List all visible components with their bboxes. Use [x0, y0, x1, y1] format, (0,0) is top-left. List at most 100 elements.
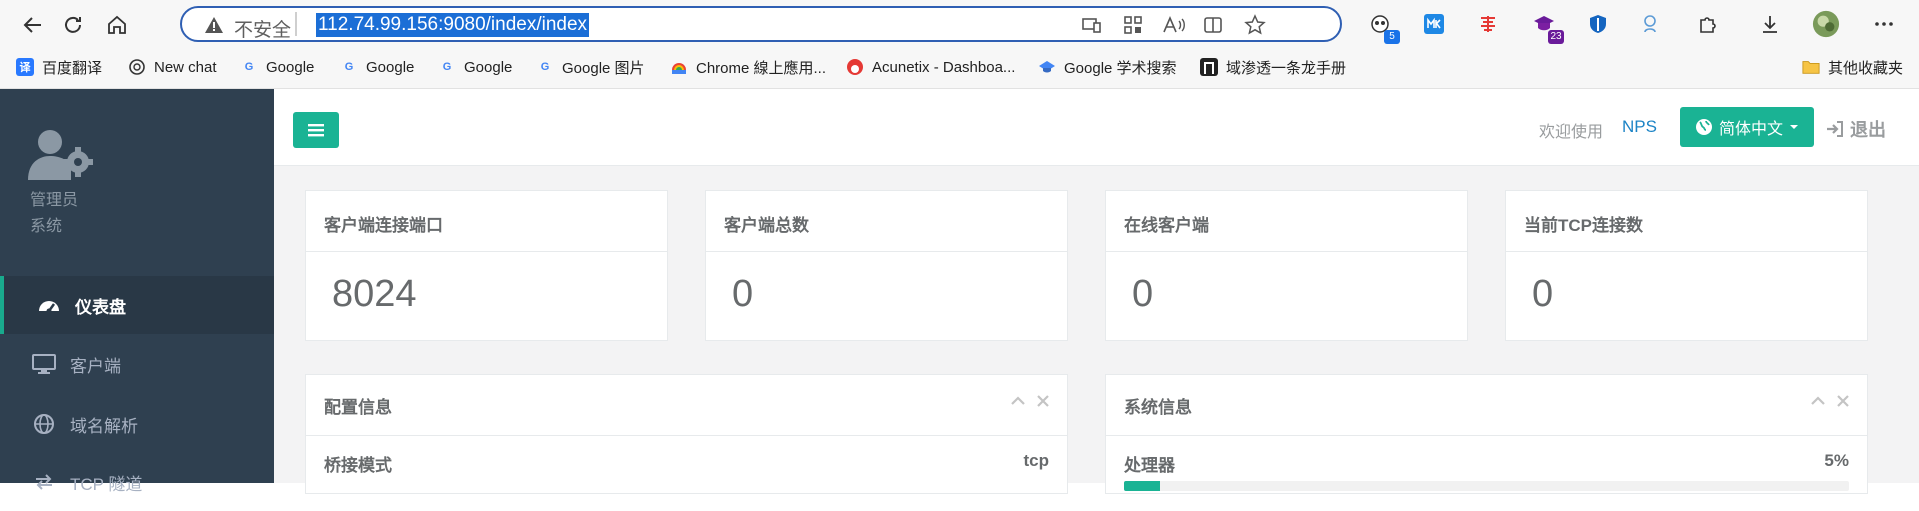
close-icon[interactable]	[1837, 395, 1849, 407]
tunnel-icon	[30, 471, 58, 493]
bookmark-item[interactable]: Acunetix - Dashboa...	[846, 55, 1015, 79]
card-divider	[1106, 435, 1867, 436]
bookmark-label: New chat	[154, 58, 217, 76]
menu-toggle-button[interactable]	[293, 112, 339, 148]
downloads-icon[interactable]	[1756, 10, 1784, 38]
bookmark-label: 其他收藏夹	[1828, 59, 1904, 77]
language-dropdown[interactable]: 简体中文	[1680, 107, 1814, 147]
acunetix-icon	[846, 58, 864, 76]
stat-card-tcp-connections: 当前TCP连接数 0	[1505, 190, 1868, 341]
language-label: 简体中文	[1718, 121, 1783, 138]
extension-mk-icon[interactable]	[1420, 10, 1448, 38]
bookmark-item[interactable]: G Google	[240, 55, 315, 79]
qr-code-icon[interactable]	[1122, 14, 1146, 38]
sign-out-icon	[1827, 121, 1843, 137]
bookmark-item[interactable]: G Google	[438, 55, 513, 79]
favorite-star-icon[interactable]	[1244, 14, 1268, 38]
hamburger-icon	[308, 124, 324, 137]
profile-avatar-icon[interactable]	[1812, 10, 1840, 38]
panel-tools	[1011, 395, 1049, 407]
refresh-button[interactable]	[56, 8, 90, 42]
back-button[interactable]	[16, 8, 50, 42]
globe-icon	[30, 413, 58, 435]
close-icon[interactable]	[1037, 395, 1049, 407]
extension-badge: 5	[1384, 30, 1400, 44]
config-row-value: tcp	[1023, 451, 1050, 470]
stat-value: 8024	[332, 273, 417, 315]
more-menu-icon[interactable]	[1870, 10, 1898, 38]
split-screen-icon[interactable]	[1202, 14, 1226, 38]
folder-icon	[1802, 58, 1820, 76]
extension-badge: 23	[1548, 30, 1564, 44]
admin-role: 系统	[30, 218, 63, 235]
app-available-icon[interactable]	[1080, 14, 1104, 38]
collapse-icon[interactable]	[1011, 395, 1025, 405]
collapse-icon[interactable]	[1811, 395, 1825, 405]
extension-shield-icon[interactable]	[1584, 10, 1612, 38]
sidebar-item-label: 仪表盘	[75, 297, 126, 317]
card-divider	[706, 251, 1067, 252]
logout-link[interactable]: 退出	[1826, 116, 1886, 142]
card-divider	[1506, 251, 1867, 252]
bookmark-label: Acunetix - Dashboa...	[872, 58, 1016, 76]
google-icon: G	[442, 61, 452, 73]
bookmark-item[interactable]: 译 百度翻译	[16, 55, 102, 79]
extension-robot-icon[interactable]	[1636, 10, 1664, 38]
config-row-label: 桥接模式	[324, 456, 392, 475]
home-button[interactable]	[100, 8, 134, 42]
stat-title: 在线客户端	[1124, 216, 1209, 235]
sidebar-item-dashboard[interactable]: 仪表盘	[0, 276, 274, 334]
address-bar[interactable]: 不安全 112.74.99.156:9080/index/index	[180, 6, 1342, 42]
admin-name: 管理员	[30, 192, 79, 209]
home-icon	[108, 15, 126, 34]
bookmark-label: Chrome 線上應用...	[696, 59, 827, 77]
card-divider	[306, 435, 1067, 436]
monitor-icon	[30, 353, 58, 375]
bookmark-label: Google 图片	[562, 59, 645, 77]
extension-panda-icon[interactable]: 5	[1366, 10, 1400, 44]
sidebar-item-tcp-tunnel[interactable]: TCP 隧道	[0, 453, 274, 511]
panel-tools	[1811, 395, 1849, 407]
address-separator	[295, 12, 297, 36]
cpu-value: 5%	[1824, 451, 1849, 470]
back-arrow-icon	[23, 17, 41, 33]
bookmark-item[interactable]: G Google	[340, 55, 415, 79]
stat-value: 0	[1532, 273, 1554, 315]
brand-link[interactable]: NPS	[1622, 117, 1657, 137]
openai-icon	[128, 58, 146, 76]
stat-title: 当前TCP连接数	[1524, 216, 1643, 235]
extensions-puzzle-icon[interactable]	[1694, 10, 1722, 38]
panel-title: 系统信息	[1124, 398, 1192, 417]
google-icon: G	[244, 61, 254, 73]
google-icon: G	[540, 61, 550, 73]
bookmark-label: 域渗透一条龙手册	[1226, 59, 1347, 77]
dashboard-icon	[35, 295, 63, 315]
stat-value: 0	[1132, 273, 1154, 315]
sidebar-item-label: 域名解析	[70, 416, 138, 436]
baidu-translate-icon: 译	[16, 58, 34, 76]
sidebar-item-label: TCP 隧道	[70, 474, 143, 494]
warning-icon	[204, 16, 224, 39]
caret-down-icon	[1790, 125, 1798, 129]
bookmark-label: 百度翻译	[42, 59, 103, 77]
scholar-icon	[1038, 58, 1056, 76]
site-icon	[1200, 58, 1218, 76]
other-bookmarks-folder[interactable]: 其他收藏夹	[1802, 55, 1903, 79]
system-panel: 系统信息 处理器 5%	[1105, 374, 1868, 494]
insecure-label: 不安全	[234, 20, 292, 41]
bookmark-item[interactable]: 域渗透一条龙手册	[1200, 55, 1346, 79]
extension-graduation-icon[interactable]: 23	[1530, 10, 1564, 44]
google-icon: G	[344, 61, 354, 73]
bookmark-item[interactable]: Chrome 線上應用...	[670, 55, 826, 79]
sidebar-item-clients[interactable]: 客户端	[0, 335, 274, 393]
extension-red-icon[interactable]	[1474, 10, 1502, 38]
bookmark-item[interactable]: New chat	[128, 55, 217, 79]
globe-icon	[1695, 119, 1712, 135]
bookmark-item[interactable]: Google 学术搜索	[1038, 55, 1177, 79]
sidebar-item-domains[interactable]: 域名解析	[0, 395, 274, 453]
bookmark-label: Google	[366, 58, 415, 76]
refresh-icon	[65, 16, 81, 33]
read-aloud-icon[interactable]	[1162, 14, 1186, 38]
url-text[interactable]: 112.74.99.156:9080/index/index	[316, 13, 590, 37]
bookmark-item[interactable]: G Google 图片	[536, 55, 645, 79]
